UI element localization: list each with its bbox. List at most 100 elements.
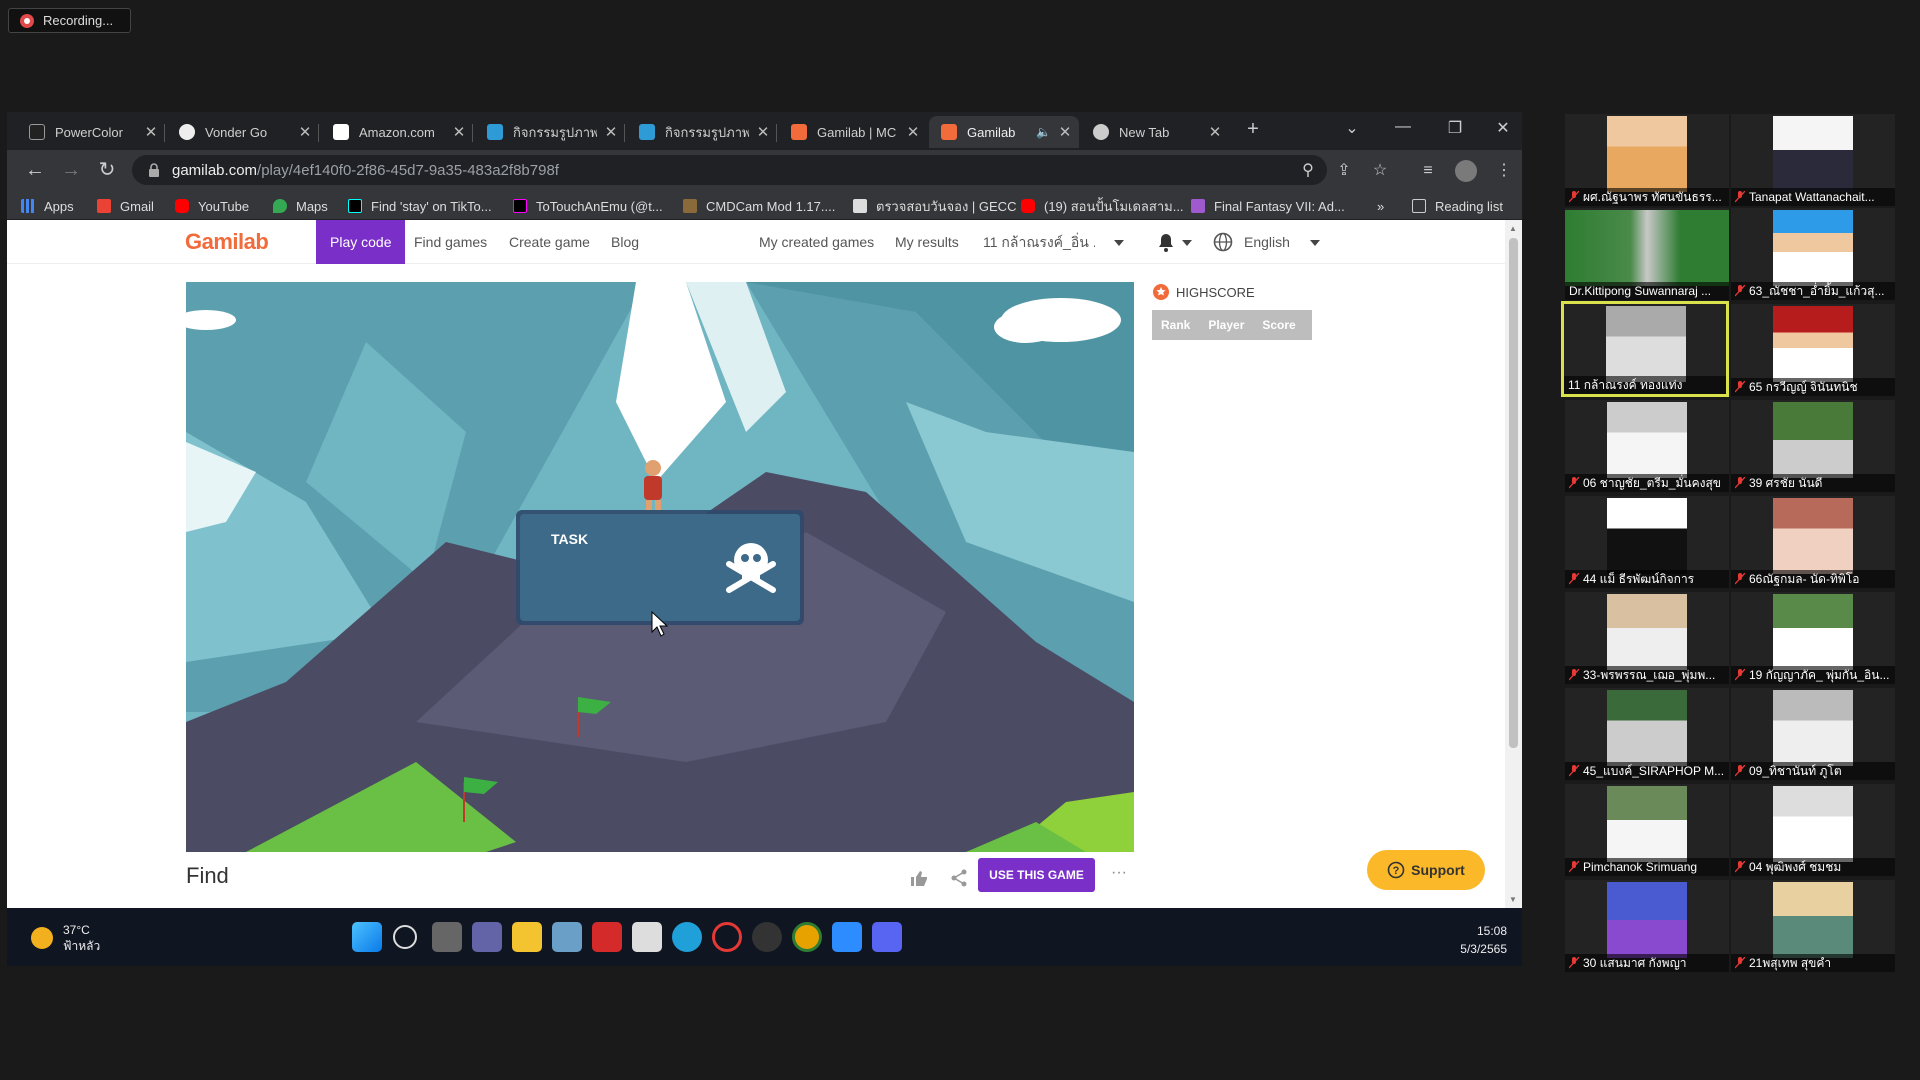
discord-icon[interactable] xyxy=(872,922,902,952)
nav-my-results[interactable]: My results xyxy=(895,220,959,264)
snip-tool-icon[interactable] xyxy=(632,922,662,952)
chevron-down-icon[interactable] xyxy=(1114,240,1124,246)
nav-my-created-games[interactable]: My created games xyxy=(759,220,874,264)
profile-avatar-icon[interactable] xyxy=(1455,160,1477,182)
gamilab-logo[interactable]: Gamilab xyxy=(185,229,269,255)
bookmark-apps[interactable]: Apps xyxy=(21,196,74,216)
participant-tile[interactable]: 44 แม็ ธีรพัฒน์กิจการ xyxy=(1565,496,1729,588)
close-tab-icon[interactable]: ✕ xyxy=(451,123,467,141)
share-icon[interactable] xyxy=(950,868,968,888)
close-tab-icon[interactable]: ✕ xyxy=(297,123,313,141)
participant-tile[interactable]: Tanapat Wattanachait... xyxy=(1731,114,1895,206)
participant-tile[interactable]: 04 พุฒิพงศ์ ชมชม xyxy=(1731,784,1895,876)
media-control-icon[interactable]: ≡ xyxy=(1417,160,1439,182)
photos-icon[interactable] xyxy=(552,922,582,952)
scroll-down-icon[interactable]: ▼ xyxy=(1509,895,1517,904)
bookmark-youtube-tutorial[interactable]: (19) สอนปั้นโมเดลสาม... xyxy=(1021,196,1184,216)
participant-tile-active-speaker[interactable]: 11 กล้าณรงค์ ทองแท่ง xyxy=(1561,301,1729,397)
language-selector[interactable]: English xyxy=(1244,220,1290,264)
participant-tile[interactable]: Dr.Kittipong Suwannaraj ... xyxy=(1565,208,1729,300)
speaker-icon[interactable]: 🔈 xyxy=(1036,125,1051,139)
scroll-up-icon[interactable]: ▲ xyxy=(1509,224,1517,233)
close-tab-icon[interactable]: ✕ xyxy=(603,123,619,141)
bell-icon[interactable] xyxy=(1157,232,1175,252)
page-scrollbar[interactable]: ▲ ▼ xyxy=(1505,220,1522,908)
bookmark-star-icon[interactable]: ☆ xyxy=(1369,160,1391,182)
zoom-icon[interactable]: ⚲ xyxy=(1297,160,1319,182)
bookmark-youtube[interactable]: YouTube xyxy=(175,196,249,216)
task-view-icon[interactable] xyxy=(432,922,462,952)
scrollbar-thumb[interactable] xyxy=(1509,238,1518,748)
close-tab-icon[interactable]: ✕ xyxy=(755,123,771,141)
tab-vonder-go[interactable]: Vonder Go ✕ xyxy=(167,116,319,148)
restore-icon[interactable]: ❐ xyxy=(1435,118,1475,138)
participant-tile[interactable]: 66ณัฐกมล- นัด-ทิพิโอ xyxy=(1731,496,1895,588)
close-tab-icon[interactable]: ✕ xyxy=(1057,123,1073,141)
nav-find-games[interactable]: Find games xyxy=(414,220,487,264)
opera-icon[interactable] xyxy=(712,922,742,952)
share-icon[interactable]: ⇪ xyxy=(1333,160,1355,182)
participant-tile[interactable]: ผศ.ณัฐนาพร ทัศนขันธรร... xyxy=(1565,114,1729,206)
close-tab-icon[interactable]: ✕ xyxy=(143,123,159,141)
globe-icon[interactable] xyxy=(1213,232,1233,252)
minimize-icon[interactable]: — xyxy=(1383,118,1423,136)
use-this-game-button[interactable]: USE THIS GAME xyxy=(978,858,1095,892)
tab-amazon[interactable]: Amazon.com ✕ xyxy=(321,116,473,148)
kebab-menu-icon[interactable]: ⋮ xyxy=(1493,160,1515,182)
close-window-icon[interactable]: ✕ xyxy=(1483,118,1522,138)
participant-tile[interactable]: 19 กัญญาภัค_ พุ่มกัน_อิน... xyxy=(1731,592,1895,684)
new-tab-button[interactable]: + xyxy=(1233,118,1273,141)
tab-activity-1[interactable]: กิจกรรมรูปภาพ ✕ xyxy=(475,116,625,148)
chrome-icon[interactable] xyxy=(792,922,822,952)
bookmark-cmdcam[interactable]: CMDCam Mod 1.17.... xyxy=(683,196,835,216)
participant-tile[interactable]: 65 กรวีญญ์ จินันทนิช xyxy=(1731,304,1895,396)
edge-icon[interactable] xyxy=(672,922,702,952)
close-tab-icon[interactable]: ✕ xyxy=(1207,123,1223,141)
tab-powercolor[interactable]: PowerColor ✕ xyxy=(17,116,165,148)
steam-icon[interactable] xyxy=(752,922,782,952)
bookmark-tiktok-1[interactable]: Find 'stay' on TikTo... xyxy=(348,196,492,216)
participant-tile[interactable]: 33-พรพรรณ_เฌอ_พุ่มพ... xyxy=(1565,592,1729,684)
bookmark-final-fantasy[interactable]: Final Fantasy VII: Ad... xyxy=(1191,196,1345,216)
participant-tile[interactable]: 39 ศรชัย นันดี xyxy=(1731,400,1895,492)
bookmark-gmail[interactable]: Gmail xyxy=(97,196,154,216)
tab-new-tab[interactable]: New Tab ✕ xyxy=(1081,116,1229,148)
nav-create-game[interactable]: Create game xyxy=(509,220,590,264)
participant-tile[interactable]: 06 ชาญชัย_ตรีม_มั่นคงสุข xyxy=(1565,400,1729,492)
search-icon[interactable] xyxy=(393,925,417,949)
recording-indicator[interactable]: Recording... xyxy=(8,8,131,33)
forward-icon[interactable]: → xyxy=(59,158,83,182)
back-icon[interactable]: ← xyxy=(23,158,47,182)
weather-widget[interactable]: 37°C ฟ้าหลัว xyxy=(31,922,100,954)
participant-tile[interactable]: Pimchanok Srimuang xyxy=(1565,784,1729,876)
tab-gamilab-mc[interactable]: Gamilab | MC ✕ xyxy=(779,116,927,148)
file-explorer-icon[interactable] xyxy=(512,922,542,952)
game-canvas[interactable]: TASK xyxy=(186,282,1134,852)
nav-blog[interactable]: Blog xyxy=(611,220,639,264)
participant-tile[interactable]: 45_แบงค์_SIRAPHOP M... xyxy=(1565,688,1729,780)
nav-user-menu[interactable]: 11 กล้าณรงค์_อิ่น ... xyxy=(983,220,1095,264)
more-options-icon[interactable]: ··· xyxy=(1111,864,1127,882)
reload-icon[interactable]: ↻ xyxy=(95,158,119,182)
tab-activity-2[interactable]: กิจกรรมรูปภาพ ✕ xyxy=(627,116,777,148)
system-clock[interactable]: 15:08 5/3/2565 xyxy=(1447,922,1507,958)
bookmark-gecc[interactable]: ตรวจสอบวันจอง | GECC xyxy=(853,196,1016,216)
participant-tile[interactable]: 30 แสนมาศ กังพญา xyxy=(1565,880,1729,972)
amd-icon[interactable] xyxy=(592,922,622,952)
nav-play-code[interactable]: Play code xyxy=(316,220,406,264)
teams-chat-icon[interactable] xyxy=(472,922,502,952)
bookmark-tiktok-2[interactable]: ToTouchAnEmu (@t... xyxy=(513,196,663,216)
participant-tile[interactable]: 63_ณัชชา_อ่ำยิ้ม_แก้วสุ... xyxy=(1731,208,1895,300)
tab-gamilab-active[interactable]: Gamilab 🔈 ✕ xyxy=(929,116,1079,148)
tab-search-icon[interactable]: ⌄ xyxy=(1332,118,1372,138)
start-icon[interactable] xyxy=(352,922,382,952)
chevron-down-icon[interactable] xyxy=(1310,240,1320,246)
close-tab-icon[interactable]: ✕ xyxy=(905,123,921,141)
address-bar[interactable]: gamilab.com/play/4ef140f0-2f86-45d7-9a35… xyxy=(132,155,1327,185)
bookmark-maps[interactable]: Maps xyxy=(273,196,328,216)
zoom-app-icon[interactable] xyxy=(832,922,862,952)
participant-tile[interactable]: 21พสุเทพ สุขคำ xyxy=(1731,880,1895,972)
support-button[interactable]: ? Support xyxy=(1367,850,1485,890)
thumbs-up-icon[interactable] xyxy=(909,868,929,888)
reading-list-button[interactable]: Reading list xyxy=(1412,196,1503,216)
